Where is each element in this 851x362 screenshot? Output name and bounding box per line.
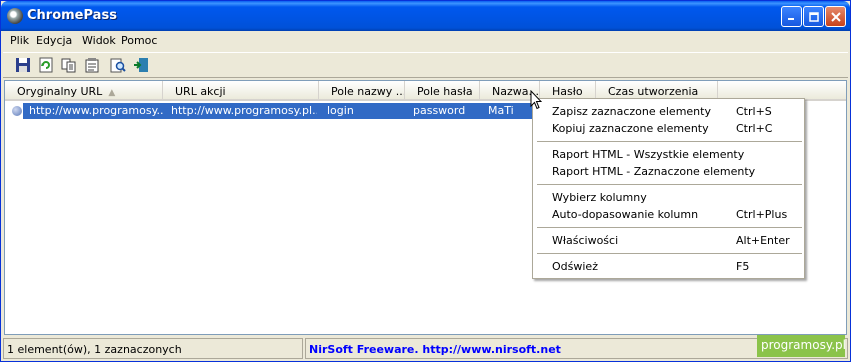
close-button[interactable] [825, 6, 846, 27]
sort-up-icon: ▲ [108, 88, 116, 98]
menu-item-save-selected[interactable]: Zapisz zaznaczone elementy Ctrl+S [534, 103, 803, 120]
app-icon [7, 8, 23, 24]
mouse-cursor-icon [530, 90, 542, 110]
menu-edycja[interactable]: Edycja [36, 34, 72, 47]
maximize-icon [808, 11, 819, 22]
find-icon[interactable] [110, 57, 126, 73]
menu-item-properties[interactable]: Właściwości Alt+Enter [534, 232, 803, 249]
column-header-password-field[interactable]: Pole hasła [405, 81, 480, 100]
minimize-icon [788, 18, 794, 20]
column-header-action-url[interactable]: URL akcji [163, 81, 319, 100]
menu-item-choose-columns[interactable]: Wybierz kolumny [534, 189, 803, 206]
menu-widok[interactable]: Widok [82, 34, 116, 47]
properties-icon[interactable] [84, 57, 100, 73]
refresh-icon[interactable] [38, 57, 54, 73]
minimize-button[interactable] [781, 6, 802, 27]
status-bar: 1 element(ów), 1 zaznaczonych NirSoft Fr… [3, 338, 848, 360]
menu-item-html-report-selected[interactable]: Raport HTML - Zaznaczone elementy [534, 163, 803, 180]
copy-icon[interactable] [61, 57, 77, 73]
app-window: ChromePass Plik Edycja Widok Pomoc Orygi… [0, 0, 851, 362]
menu-separator [537, 253, 802, 254]
menu-item-refresh[interactable]: Odśwież F5 [534, 258, 803, 275]
watermark-badge: programosy.pl [757, 335, 846, 357]
cell-username-field: login [327, 104, 354, 117]
column-header-username-field[interactable]: Pole nazwy ... [319, 81, 405, 100]
menu-separator [537, 184, 802, 185]
title-bar[interactable]: ChromePass [1, 1, 850, 31]
maximize-button[interactable] [803, 6, 824, 27]
menu-item-auto-size-columns[interactable]: Auto-dopasowanie kolumn Ctrl+Plus [534, 206, 803, 223]
close-icon [830, 11, 841, 22]
menu-pomoc[interactable]: Pomoc [121, 34, 157, 47]
column-header-original-url[interactable]: Oryginalny URL ▲ [5, 81, 163, 100]
menu-separator [537, 227, 802, 228]
menu-separator [537, 141, 802, 142]
cell-password-field: password [413, 104, 466, 117]
cell-original-url: http://www.programosy.... [29, 104, 163, 117]
save-icon[interactable] [15, 57, 31, 73]
exit-icon[interactable] [133, 57, 149, 73]
toolbar [3, 52, 848, 78]
key-icon [12, 106, 22, 116]
cell-action-url: http://www.programosy.pl.... [171, 104, 317, 117]
menu-item-html-report-all[interactable]: Raport HTML - Wszystkie elementy [534, 146, 803, 163]
menu-plik[interactable]: Plik [10, 34, 29, 47]
status-item-count: 1 element(ów), 1 zaznaczonych [3, 338, 303, 359]
nirsoft-link[interactable]: NirSoft Freeware. http://www.nirsoft.net [309, 343, 561, 356]
menu-bar: Plik Edycja Widok Pomoc [3, 31, 848, 51]
window-title: ChromePass [27, 8, 117, 23]
cell-username: MaTi [488, 104, 514, 117]
context-menu: Zapisz zaznaczone elementy Ctrl+S Kopiuj… [532, 98, 805, 279]
menu-item-copy-selected[interactable]: Kopiuj zaznaczone elementy Ctrl+C [534, 120, 803, 137]
